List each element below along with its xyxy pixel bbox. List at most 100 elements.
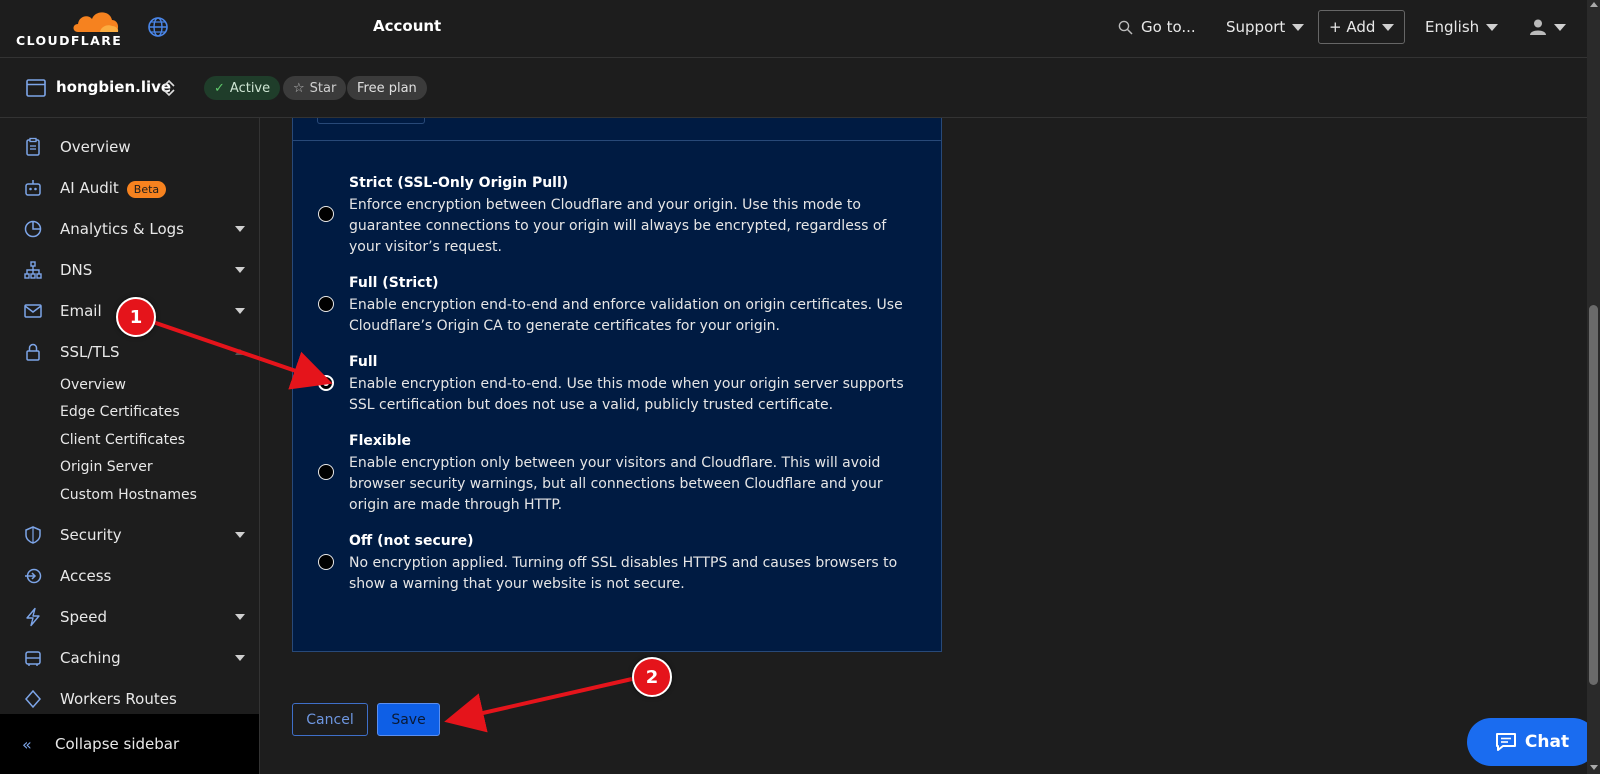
support-label: Support	[1226, 18, 1286, 36]
chevron-down-icon	[235, 226, 245, 232]
add-button[interactable]: + Add	[1318, 10, 1406, 44]
sidebar-item-analytics[interactable]: Analytics & Logs	[0, 209, 259, 249]
scrollbar-thumb[interactable]	[1589, 305, 1598, 685]
chevron-down-icon	[235, 614, 245, 620]
radio-button[interactable]	[318, 464, 334, 480]
language-selector[interactable]: English	[1425, 10, 1499, 44]
envelope-icon	[24, 304, 42, 318]
sidebar-item-label: SSL/TLS	[60, 343, 120, 361]
sidebar-item-caching[interactable]: Caching	[0, 638, 259, 678]
goto-search[interactable]: Go to...	[1118, 10, 1196, 44]
database-icon	[25, 651, 41, 666]
cloudflare-logo[interactable]: CLOUDFLARE	[16, 6, 124, 50]
language-label: English	[1425, 18, 1480, 36]
sidebar-subitem-custom-hostnames[interactable]: Custom Hostnames	[60, 487, 197, 503]
browser-window-icon	[26, 79, 46, 97]
page-scrollbar[interactable]	[1587, 0, 1600, 774]
scroll-up-icon[interactable]	[1590, 2, 1598, 7]
account-breadcrumb[interactable]: Account	[373, 17, 441, 35]
lightning-icon	[26, 607, 40, 627]
sidebar-item-speed[interactable]: Speed	[0, 597, 259, 637]
status-label: Active	[229, 80, 271, 96]
scroll-down-icon[interactable]	[1590, 765, 1598, 770]
sidebar-item-access[interactable]: Access	[0, 556, 259, 596]
radio-button-selected[interactable]	[318, 375, 334, 391]
chevron-down-icon	[235, 267, 245, 273]
option-title: Full	[349, 354, 378, 370]
zone-switch-icon[interactable]	[162, 78, 176, 98]
star-label: Star	[309, 80, 337, 96]
star-button[interactable]: ☆ Star	[283, 76, 347, 100]
chat-bubble-icon	[1495, 733, 1516, 751]
sidebar-item-label: AI Audit Beta	[60, 179, 167, 198]
add-label: + Add	[1329, 18, 1376, 36]
sidebar-item-dns[interactable]: DNS	[0, 250, 259, 290]
access-icon	[25, 568, 42, 584]
chat-button[interactable]: Chat	[1467, 718, 1597, 766]
cancel-button[interactable]: Cancel	[292, 703, 368, 736]
pie-chart-icon	[24, 220, 42, 238]
zone-name[interactable]: hongbien.live	[56, 78, 171, 96]
chevron-down-icon	[235, 532, 245, 538]
goto-label: Go to...	[1141, 18, 1196, 36]
annotation-arrow-2	[444, 677, 633, 733]
sidebar-item-security[interactable]: Security	[0, 515, 259, 555]
panel-top-button-stub[interactable]	[317, 118, 425, 124]
save-button[interactable]: Save	[377, 703, 440, 736]
user-menu[interactable]	[1529, 10, 1566, 44]
cloud-logo-icon	[73, 12, 119, 32]
sidebar-subitem-client-certificates[interactable]: Client Certificates	[60, 432, 185, 448]
sidebar-item-workers-routes[interactable]: Workers Routes	[0, 679, 259, 719]
robot-icon	[25, 180, 41, 196]
sidebar: Overview AI Audit Beta Analytics & Logs D…	[0, 118, 260, 774]
chevron-down-icon	[1486, 23, 1499, 31]
option-description: No encryption applied. Turning off SSL d…	[349, 555, 898, 592]
chevron-down-icon	[1292, 23, 1305, 31]
sidebar-item-label: Speed	[60, 608, 108, 626]
chevron-down-icon	[1382, 23, 1395, 31]
sidebar-subitem-origin-server[interactable]: Origin Server	[60, 459, 153, 475]
chevron-down-icon	[235, 308, 245, 314]
sidebar-item-overview[interactable]: Overview	[0, 127, 259, 167]
user-icon	[1530, 19, 1546, 35]
app-root: CLOUDFLARE Account Go to... Support + Ad…	[0, 0, 1600, 774]
zone-bar: hongbien.live ✓ Active ☆ Star Free plan	[0, 58, 1587, 118]
sidebar-item-label: Workers Routes	[60, 690, 177, 708]
annotation-badge-1: 1	[116, 297, 156, 337]
collapse-sidebar-label: Collapse sidebar	[55, 735, 180, 753]
annotation-badge-2: 2	[632, 657, 672, 697]
top-navigation-bar: CLOUDFLARE Account Go to... Support + Ad…	[0, 0, 1587, 58]
sidebar-item-ai-audit[interactable]: AI Audit Beta	[0, 168, 259, 208]
sidebar-item-label: Security	[60, 526, 122, 544]
option-title: Off (not secure)	[349, 533, 474, 549]
workers-icon	[25, 689, 41, 709]
option-description: Enable encryption end-to-end and enforce…	[349, 297, 903, 334]
plan-badge: Free plan	[347, 76, 427, 100]
sidebar-item-label: Caching	[60, 649, 121, 667]
sidebar-item-ssl-tls[interactable]: SSL/TLS	[0, 332, 259, 372]
sidebar-subitem-overview[interactable]: Overview	[60, 377, 126, 393]
sidebar-item-label: Overview	[60, 138, 131, 156]
radio-button[interactable]	[318, 554, 334, 570]
option-description: Enforce encryption between Cloudflare an…	[349, 197, 887, 255]
network-icon	[24, 261, 42, 279]
globe-icon[interactable]	[147, 16, 169, 38]
ai-audit-label: AI Audit	[60, 179, 119, 197]
radio-button[interactable]	[318, 296, 334, 312]
radio-button[interactable]	[318, 206, 334, 222]
clipboard-icon	[26, 137, 40, 156]
collapse-sidebar-button[interactable]: « Collapse sidebar	[0, 714, 259, 774]
check-icon: ✓	[214, 80, 225, 96]
option-title: Strict (SSL-Only Origin Pull)	[349, 175, 569, 191]
sidebar-item-label: DNS	[60, 261, 93, 279]
sidebar-item-label: Access	[60, 567, 112, 585]
sidebar-item-label: Analytics & Logs	[60, 220, 184, 238]
sidebar-item-label: Email	[60, 302, 102, 320]
support-menu[interactable]: Support	[1226, 10, 1305, 44]
sidebar-subitem-edge-certificates[interactable]: Edge Certificates	[60, 404, 180, 420]
option-title: Flexible	[349, 433, 412, 449]
option-description: Enable encryption only between your visi…	[349, 455, 883, 513]
option-title: Full (Strict)	[349, 275, 439, 291]
status-badge: ✓ Active	[204, 76, 281, 100]
star-icon: ☆	[293, 80, 305, 96]
